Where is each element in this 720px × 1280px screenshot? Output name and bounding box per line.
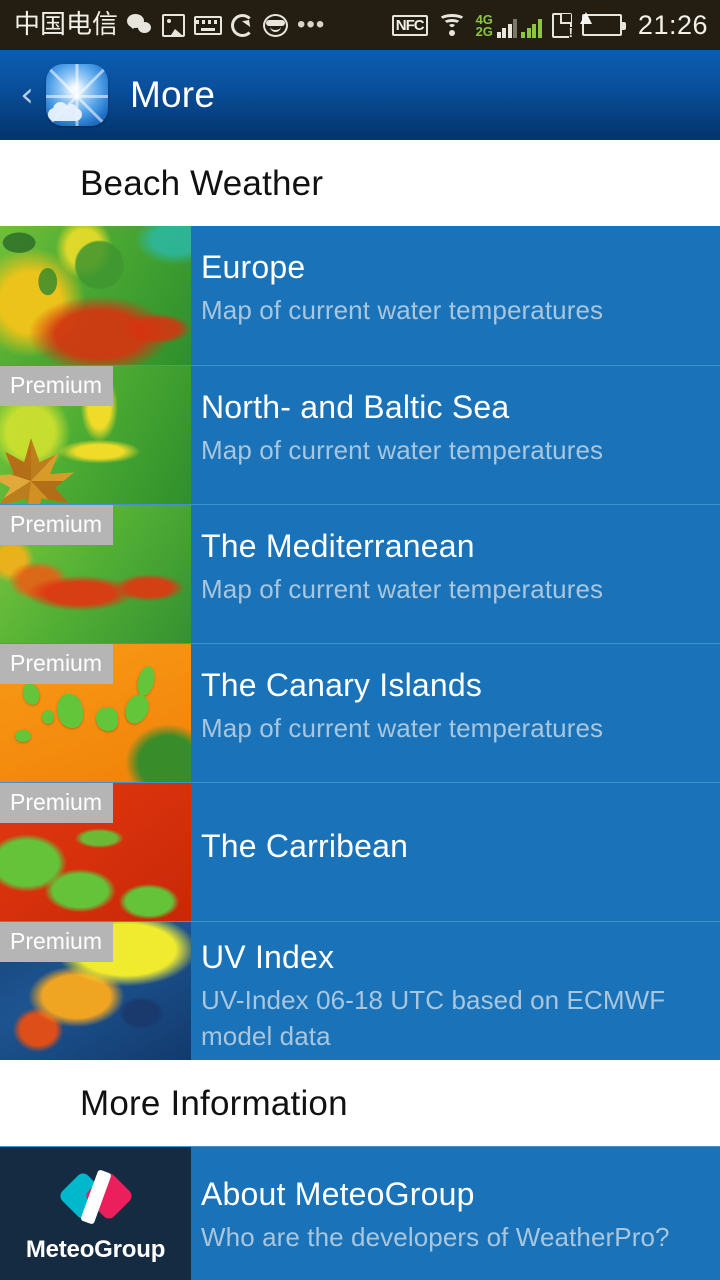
network-type-labels: 4G 2G — [475, 13, 493, 39]
premium-badge: Premium — [0, 922, 114, 962]
list-item-subtitle: Map of current water temperatures — [201, 295, 604, 325]
list-item-text: The Mediterranean Map of current water t… — [191, 505, 720, 643]
status-bar-right: NFC 4G 2G 21:26 — [391, 9, 708, 41]
list-item-about-meteogroup[interactable]: MeteoGroup About MeteoGroup Who are the … — [0, 1146, 720, 1280]
nfc-icon: NFC — [391, 14, 428, 36]
list-item-subtitle: Map of current water temperatures — [201, 574, 604, 604]
weather-app-icon — [46, 64, 108, 126]
list-item-the-mediterranean[interactable]: Premium The Mediterranean Map of current… — [0, 504, 720, 643]
wifi-icon — [437, 14, 466, 36]
keyboard-icon — [194, 15, 223, 35]
app-header: ‹ More — [0, 50, 720, 140]
carrier-label: 中国电信 — [14, 10, 119, 40]
list-item-subtitle: UV-Index 06-18 UTC based on ECMWF model … — [201, 985, 666, 1051]
thumbnail-uv-index: Premium — [0, 922, 191, 1060]
list-item-europe[interactable]: Europe Map of current water temperatures — [0, 226, 720, 365]
thumbnail-europe — [0, 226, 191, 365]
signal-bars-secondary — [521, 18, 542, 38]
battery-charging-icon — [579, 12, 626, 36]
premium-badge: Premium — [0, 644, 114, 684]
wechat-icon — [127, 14, 153, 36]
list-item-title: The Carribean — [201, 828, 409, 864]
app-root: 中国电信 ••• NFC 4G 2G ! 21:26 ‹ More Beach … — [0, 0, 720, 1280]
smiley-icon — [263, 13, 289, 37]
signal-bars-primary — [496, 18, 518, 38]
list-item-text: The Canary Islands Map of current water … — [191, 644, 720, 782]
list-item-subtitle: Who are the developers of WeatherPro? — [201, 1222, 670, 1252]
list-item-text: Europe Map of current water temperatures — [191, 226, 720, 365]
list-item-title: About MeteoGroup — [201, 1176, 475, 1212]
photo-icon — [162, 13, 186, 37]
sync-icon — [231, 13, 255, 37]
section-header-beach-weather: Beach Weather — [0, 140, 720, 226]
premium-badge: Premium — [0, 505, 114, 545]
thumbnail-the-mediterranean: Premium — [0, 505, 191, 643]
section-header-more-information: More Information — [0, 1060, 720, 1146]
meteogroup-logo-icon — [57, 1168, 134, 1228]
clock-label: 21:26 — [637, 9, 708, 40]
list-item-subtitle: Map of current water temperatures — [201, 713, 604, 743]
list-item-the-canary-islands[interactable]: Premium The Canary Islands Map of curren… — [0, 643, 720, 782]
list-item-the-carribean[interactable]: Premium The Carribean — [0, 782, 720, 921]
list-item-title: UV Index — [201, 939, 335, 975]
list-item-title: The Canary Islands — [201, 667, 483, 703]
thumbnail-the-carribean: Premium — [0, 783, 191, 921]
page-title: More — [130, 74, 216, 115]
list-item-north-and-baltic-sea[interactable]: Premium North- and Baltic Sea Map of cur… — [0, 365, 720, 504]
list-item-text: UV Index UV-Index 06-18 UTC based on ECM… — [191, 922, 720, 1060]
status-bar-left: 中国电信 ••• — [14, 12, 392, 38]
thumbnail-meteogroup-logo: MeteoGroup — [0, 1147, 191, 1280]
list-item-text: North- and Baltic Sea Map of current wat… — [191, 366, 720, 504]
list-item-text: About MeteoGroup Who are the developers … — [191, 1147, 720, 1280]
list-item-title: The Mediterranean — [201, 528, 475, 564]
sim-card-icon — [551, 12, 573, 38]
status-bar: 中国电信 ••• NFC 4G 2G ! 21:26 — [0, 0, 720, 50]
thumbnail-north-and-baltic-sea: Premium — [0, 366, 191, 504]
meteogroup-wordmark: MeteoGroup — [25, 1236, 166, 1263]
list-item-uv-index[interactable]: Premium UV Index UV-Index 06-18 UTC base… — [0, 921, 720, 1060]
list-item-text: The Carribean — [191, 783, 720, 921]
network-2g-label: 2G — [475, 24, 493, 39]
list-item-title: North- and Baltic Sea — [201, 389, 510, 425]
list-item-title: Europe — [201, 249, 306, 285]
thumbnail-the-canary-islands: Premium — [0, 644, 191, 782]
premium-badge: Premium — [0, 366, 114, 406]
more-dots-icon: ••• — [297, 11, 326, 38]
back-button[interactable]: ‹ — [10, 78, 44, 112]
list-item-subtitle: Map of current water temperatures — [201, 435, 604, 465]
signal-icon: 4G 2G — [476, 12, 542, 38]
premium-badge: Premium — [0, 783, 114, 823]
